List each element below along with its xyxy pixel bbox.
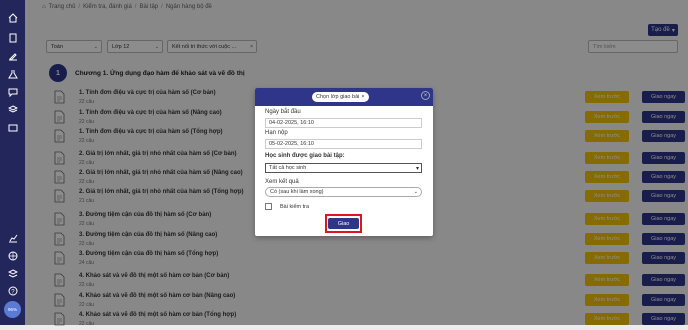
deadline-value: 05-02-2025, 16:10 xyxy=(269,141,314,147)
deadline-field[interactable]: 05-02-2025, 16:10 xyxy=(265,139,422,149)
test-checkbox[interactable] xyxy=(265,203,272,210)
chevron-down-icon: ⌄ xyxy=(413,189,418,195)
chat-icon[interactable] xyxy=(7,86,18,97)
test-checkbox-label: Bài kiểm tra xyxy=(280,203,310,210)
deadline-label: Hạn nộp xyxy=(265,130,288,136)
results-label: Xem kết quả xyxy=(265,179,299,185)
chart-icon[interactable] xyxy=(7,232,18,243)
layers2-icon[interactable] xyxy=(7,268,18,279)
assign-submit-button[interactable]: Giao xyxy=(328,218,359,229)
avatar[interactable]: 96% xyxy=(4,301,21,318)
dialog-header: Chọn lớp giao bài × × xyxy=(255,88,433,106)
dialog-close-icon[interactable]: × xyxy=(421,91,430,100)
help-icon[interactable]: ? xyxy=(7,285,18,296)
sidebar: ? 96% xyxy=(0,0,25,325)
layers-icon[interactable] xyxy=(7,104,18,115)
edit-icon[interactable] xyxy=(7,50,18,61)
start-date-label: Ngày bắt đầu xyxy=(265,109,301,115)
start-date-field[interactable]: 04-02-2025, 16:10 xyxy=(265,118,422,128)
start-date-value: 04-02-2025, 16:10 xyxy=(269,120,314,126)
science-icon[interactable] xyxy=(7,68,18,79)
tab-select-class[interactable]: Chọn lớp giao bài × xyxy=(312,92,369,102)
home-icon[interactable] xyxy=(7,12,18,23)
results-select[interactable]: Có (sau khi làm xong) ⌄ xyxy=(265,187,422,197)
chevron-down-icon: ▾ xyxy=(415,166,419,172)
results-value: Có (sau khi làm xong) xyxy=(270,189,324,195)
students-value: Tất cả học sinh xyxy=(269,165,307,171)
students-select[interactable]: Tất cả học sinh ▾ xyxy=(265,163,422,173)
close-icon[interactable]: × xyxy=(361,94,364,100)
students-label: Học sinh được giao bài tập: xyxy=(265,153,345,159)
test-checkbox-row[interactable]: Bài kiểm tra xyxy=(265,203,309,210)
screen-icon[interactable] xyxy=(7,122,18,133)
tab-label: Chọn lớp giao bài xyxy=(316,94,360,100)
globe-icon[interactable] xyxy=(7,250,18,261)
document-icon[interactable] xyxy=(7,32,18,43)
